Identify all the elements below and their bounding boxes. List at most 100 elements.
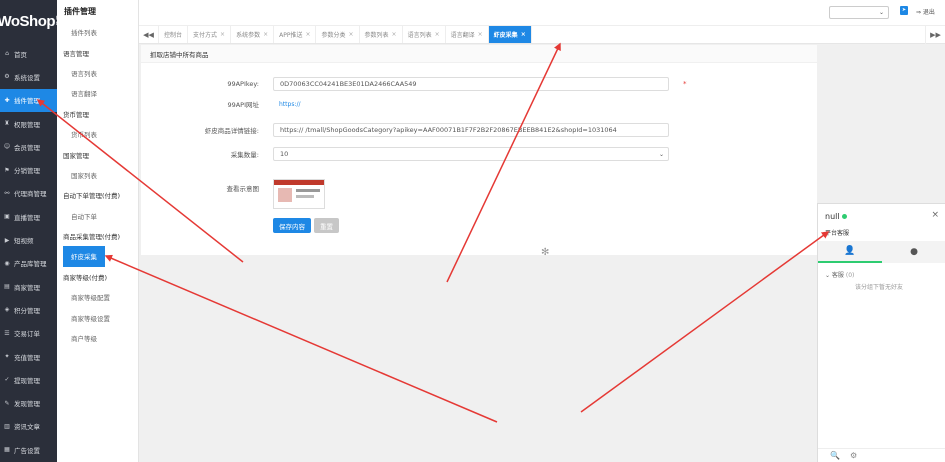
sidebar-item[interactable]: ▶ 短视频 xyxy=(0,228,57,251)
contacts-tab[interactable]: 👤 xyxy=(818,241,882,263)
sidebar-item-label: 会员管理 xyxy=(14,143,40,152)
sidebar-item[interactable]: ✚ 插件管理 xyxy=(0,88,57,112)
preview-header-bar xyxy=(274,180,324,185)
logo-text: WoShop xyxy=(0,12,56,30)
submenu-link[interactable]: 虾皮采集 xyxy=(63,246,105,267)
store-select[interactable]: ⌄ xyxy=(829,6,889,19)
sidebar-item[interactable]: ☰ 交易订单 xyxy=(0,322,57,345)
main-sidebar: WoShop商城 ⌂ 首页 ⚙ 系统设置 ✚ 插件管理 ♜ 权限管理 ☺会员管理 ⚑ 分销管理 ⚯ 代理… xyxy=(0,0,60,462)
save-button[interactable]: 保存内容 xyxy=(273,218,311,233)
notification-icon[interactable]: ➤ xyxy=(900,6,908,15)
tab-item[interactable]: 控制台 xyxy=(159,26,189,43)
submenu-link[interactable]: 商户等级 xyxy=(57,328,138,348)
sidebar-item-label: 权限管理 xyxy=(14,120,40,129)
tab-next-button[interactable]: ▶▶ xyxy=(925,26,945,44)
sidebar-item[interactable]: ◉ 产品库管理 xyxy=(0,252,57,275)
sidebar-item[interactable]: ⚑ 分销管理 xyxy=(0,158,57,181)
preview-row: 查看示意图 xyxy=(141,179,817,209)
submenu-link[interactable]: 自动下单 xyxy=(57,206,138,226)
submenu-link[interactable]: 商家等级设置 xyxy=(57,307,138,327)
close-icon[interactable]: × xyxy=(478,31,483,38)
submenu-link[interactable]: 插件列表 xyxy=(57,22,138,42)
close-icon[interactable]: × xyxy=(263,31,268,38)
preview-image[interactable] xyxy=(273,179,325,209)
tab-item[interactable]: 语言列表 × xyxy=(403,26,446,43)
sidebar-item[interactable]: ⌂ 首页 xyxy=(0,42,57,65)
tab-item[interactable]: APP推送 × xyxy=(274,26,317,43)
count-select[interactable]: 10 ⌄ xyxy=(273,147,669,161)
tab-item[interactable]: 参数列表 × xyxy=(360,26,403,43)
store-icon: ▤ xyxy=(4,283,10,291)
tab-item[interactable]: 系统参数 × xyxy=(231,26,275,43)
sidebar-item-label: 交易订单 xyxy=(14,330,40,339)
user-icon: 👤 xyxy=(844,246,856,256)
network-icon: ⚯ xyxy=(4,189,10,197)
sidebar-item[interactable]: ◈ 积分管理 xyxy=(0,298,57,321)
reset-button[interactable]: 重置 xyxy=(314,218,339,233)
close-icon[interactable]: × xyxy=(349,31,354,38)
sidebar-item-label: 提现管理 xyxy=(14,376,40,385)
sidebar-item-label: 商家管理 xyxy=(14,283,40,292)
api-url-link[interactable]: https:// xyxy=(273,101,301,108)
close-icon[interactable]: × xyxy=(220,31,225,38)
tab-item[interactable]: 支付方式 × xyxy=(188,26,232,43)
tab-item[interactable]: 参数分类 × xyxy=(316,26,360,43)
sidebar-item[interactable]: ✦ 充值管理 xyxy=(0,345,57,368)
close-icon[interactable]: × xyxy=(435,31,440,38)
tab-label: 语言列表 xyxy=(407,32,432,39)
sidebar-item[interactable]: ⚯ 代理商管理 xyxy=(0,182,57,205)
sidebar-item[interactable]: ⚙ 系统设置 xyxy=(0,65,57,88)
logout-button[interactable]: ⇒ 退出 xyxy=(916,7,935,16)
contact-group[interactable]: ⌄ 客服 (0) xyxy=(825,270,854,279)
tab-item[interactable]: 虾皮采集 × xyxy=(488,26,532,43)
search-icon[interactable]: 🔍 xyxy=(830,451,840,460)
tab-item[interactable]: 语言翻译 × xyxy=(446,26,489,43)
tab-prev-button[interactable]: ◀◀ xyxy=(139,26,159,43)
close-icon[interactable]: × xyxy=(521,31,526,38)
close-icon[interactable]: × xyxy=(392,31,397,38)
sidebar-item[interactable]: ✓ 提现管理 xyxy=(0,368,57,391)
chevron-down-icon: ⌄ xyxy=(878,9,884,16)
sidebar-item[interactable]: ☺ 会员管理 xyxy=(0,135,57,158)
chat-subtitle: 平台客服 xyxy=(825,230,850,237)
close-icon[interactable]: × xyxy=(931,210,939,220)
detail-link-label: 虾皮商品详情链接: xyxy=(204,127,259,135)
close-icon[interactable]: × xyxy=(305,31,310,38)
required-mark: * xyxy=(683,80,687,88)
submenu-link[interactable]: 商家等级配置 xyxy=(57,287,138,307)
app-root: WoShop商城 ⌂ 首页 ⚙ 系统设置 ✚ 插件管理 ♜ 权限管理 ☺会员管理 ⚑ 分销管理 ⚯ 代理… xyxy=(0,0,945,462)
sidebar-item[interactable]: ✎ 发现管理 xyxy=(0,391,57,414)
messages-tab[interactable]: ● xyxy=(882,241,945,263)
sidebar-item[interactable]: ▦ 广告设置 xyxy=(0,438,57,461)
sidebar-item-label: 产品库管理 xyxy=(14,260,47,269)
settings-icon[interactable]: ⚙ xyxy=(850,451,857,460)
sidebar-item[interactable]: ▥ 资讯文章 xyxy=(0,415,57,438)
form-heading: 抓取店铺中所有商品 xyxy=(141,45,817,63)
article-icon: ▥ xyxy=(4,422,10,430)
gear-icon: ⚙ xyxy=(4,73,10,81)
brand-logo[interactable]: WoShop商城 xyxy=(0,0,60,42)
submenu-link[interactable]: 国家列表 xyxy=(57,165,138,185)
submenu-link[interactable]: 货币列表 xyxy=(57,124,138,144)
detail-link-input[interactable]: https:// /tmall/ShopGoodsCategory?apikey… xyxy=(273,123,669,137)
form-actions: 保存内容 重置 xyxy=(141,218,817,233)
submenu-link[interactable]: 语言翻译 xyxy=(57,83,138,103)
sidebar-item[interactable]: ♜ 权限管理 xyxy=(0,112,57,135)
apikey-label: 99APIkey: xyxy=(227,80,259,88)
tab-label: 参数列表 xyxy=(364,32,389,39)
sidebar-item[interactable]: ▣ 直播管理 xyxy=(0,205,57,228)
submenu-group-label: 自动下单管理(付费) xyxy=(63,192,121,201)
apikey-input[interactable]: 0D70063CC04241BE3E01DA2466CAA549 xyxy=(273,77,669,91)
group-count: (0) xyxy=(845,272,855,279)
api-url-label: 99API网址 xyxy=(227,101,259,109)
chat-tabs: 👤 ● xyxy=(818,241,945,263)
bag-icon: ◉ xyxy=(4,259,10,267)
annotation-arrow-submenu xyxy=(104,254,498,423)
submenu-link[interactable]: 语言列表 xyxy=(57,63,138,83)
ad-icon: ▦ xyxy=(4,446,10,454)
tab-label: 支付方式 xyxy=(193,32,218,39)
group-label: ⌄ 客服 xyxy=(825,272,844,279)
double-right-icon: ▶▶ xyxy=(930,31,941,39)
sidebar-item[interactable]: ▤ 商家管理 xyxy=(0,275,57,298)
tab-label: 控制台 xyxy=(164,32,183,39)
